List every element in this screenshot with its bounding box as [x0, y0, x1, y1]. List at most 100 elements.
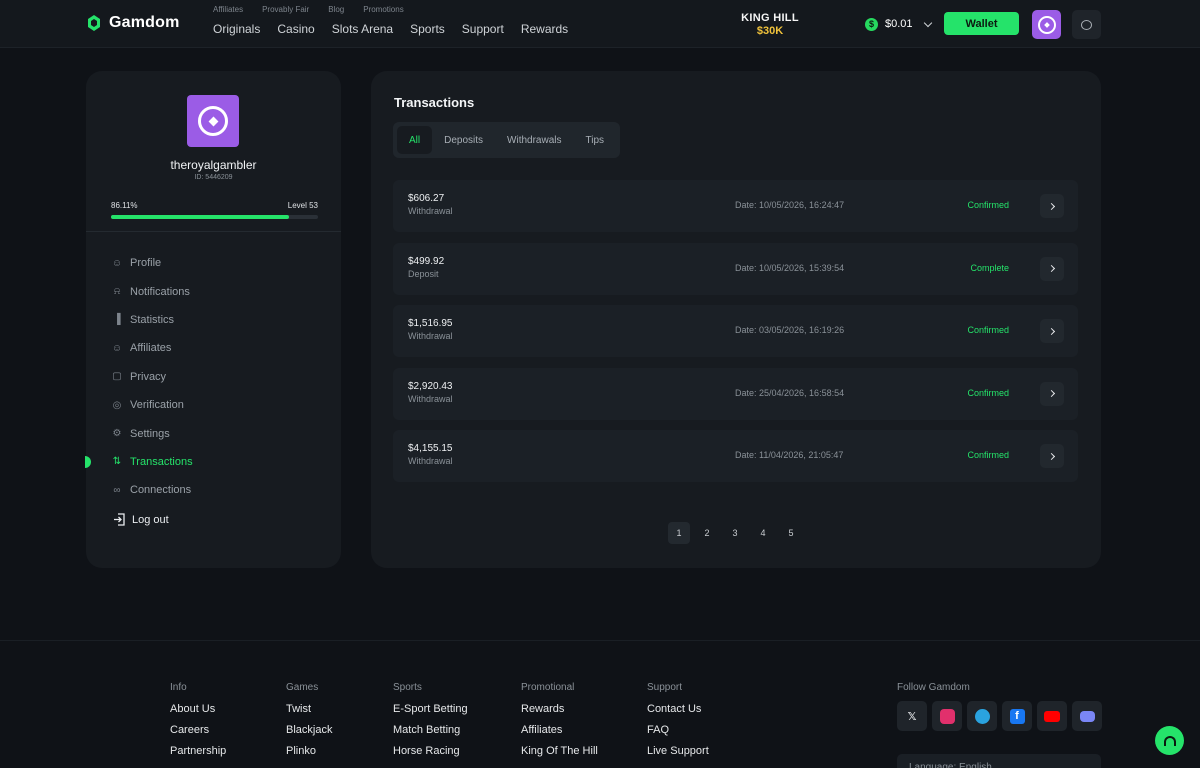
- transaction-type: Withdrawal: [408, 331, 453, 341]
- nav-rewards[interactable]: Rewards: [521, 22, 568, 36]
- sidebar-item-transactions[interactable]: ⇅ Transactions: [85, 448, 193, 476]
- transaction-date: Date: 10/05/2026, 15:39:54: [735, 262, 845, 273]
- transaction-row[interactable]: $606.27 Withdrawal Date: 10/05/2026, 16:24…: [393, 180, 1078, 232]
- transaction-row[interactable]: $499.92 Deposit Date: 10/05/2026, 15:39:54…: [393, 242, 1078, 295]
- language-selector[interactable]: Language: English: [897, 754, 1101, 768]
- nav-slots-arena[interactable]: Slots Arena: [332, 22, 393, 36]
- tab-tips[interactable]: Tips: [574, 126, 617, 154]
- sidebar-item-notifications[interactable]: ⍾ Notifications: [111, 277, 193, 305]
- row-details-button[interactable]: [1040, 381, 1064, 406]
- page-button-3[interactable]: 3: [724, 522, 746, 544]
- lock-icon: ▢: [112, 371, 122, 383]
- footer-link[interactable]: Live Support: [647, 745, 709, 757]
- main-nav: Originals Casino Slots Arena Sports Supp…: [213, 22, 585, 36]
- row-details-button[interactable]: [1040, 319, 1064, 343]
- footer-link[interactable]: Twist: [286, 703, 332, 715]
- youtube-icon[interactable]: [1037, 701, 1067, 731]
- transaction-type: Deposit: [408, 268, 439, 279]
- link-icon: ∞: [113, 484, 121, 496]
- row-details-button[interactable]: [1040, 194, 1064, 218]
- balance-selector[interactable]: $ $0.01: [856, 11, 942, 37]
- sidebar-item-profile[interactable]: ☺ Profile: [111, 249, 193, 277]
- secondary-nav: Affiliates Provably Fair Blog Promotions: [213, 5, 423, 14]
- logout-label: Log out: [132, 513, 169, 526]
- footer-link[interactable]: Horse Racing: [393, 745, 468, 757]
- footer-link[interactable]: Partnership: [170, 745, 226, 757]
- chevron-right-icon: [1047, 327, 1055, 335]
- page-title: Transactions: [394, 95, 475, 110]
- transaction-row[interactable]: $4,155.15 Withdrawal Date: 11/04/2026, 21:…: [393, 430, 1078, 482]
- footer-link[interactable]: Affiliates: [521, 724, 598, 736]
- sidebar-item-settings[interactable]: ⚙ Settings: [111, 419, 193, 447]
- user-avatar-button[interactable]: [1032, 10, 1061, 39]
- footer-link[interactable]: King Of The Hill: [521, 745, 598, 757]
- king-of-the-hill-banner[interactable]: KING HILL $30K: [735, 6, 805, 44]
- tab-all[interactable]: All: [397, 126, 433, 154]
- sidebar-item-affiliates[interactable]: ☺ Affiliates: [111, 334, 193, 362]
- footer-link[interactable]: FAQ: [647, 724, 709, 736]
- instagram-icon[interactable]: [932, 701, 962, 731]
- transaction-type: Withdrawal: [408, 456, 453, 466]
- page-button-5[interactable]: 5: [780, 522, 802, 544]
- footer-link[interactable]: Contact Us: [647, 703, 709, 715]
- nav-provably-fair-link[interactable]: Provably Fair: [262, 5, 309, 14]
- transaction-row[interactable]: $1,516.95 Withdrawal Date: 03/05/2026, 16:…: [393, 305, 1078, 357]
- transaction-row[interactable]: $2,920.43 Withdrawal Date: 25/04/2026, 16:…: [393, 367, 1078, 420]
- transaction-amount: $2,920.43: [408, 380, 453, 392]
- sidebar-item-verification[interactable]: ◎ Verification: [111, 391, 193, 419]
- row-details-button[interactable]: [1040, 444, 1064, 468]
- page-button-4[interactable]: 4: [752, 522, 774, 544]
- facebook-icon[interactable]: f: [1002, 701, 1032, 731]
- follow-heading: Follow Gamdom: [897, 682, 970, 693]
- footer-heading: Support: [647, 682, 683, 693]
- nav-originals[interactable]: Originals: [213, 22, 260, 36]
- user-icon: ☺: [111, 257, 123, 269]
- x-icon[interactable]: 𝕏: [897, 701, 927, 731]
- footer-heading: Games: [286, 682, 319, 693]
- transaction-amount: $4,155.15: [408, 443, 453, 454]
- footer-link[interactable]: About Us: [170, 703, 226, 715]
- chat-button[interactable]: [1072, 10, 1101, 39]
- transaction-amount: $499.92: [408, 255, 445, 267]
- footer-link[interactable]: Plinko: [286, 745, 332, 757]
- transaction-type: Withdrawal: [408, 206, 453, 216]
- transaction-type: Withdrawal: [408, 393, 453, 404]
- footer-column-info: Info About Us Careers Partnership: [170, 682, 226, 766]
- nav-promotions-link[interactable]: Promotions: [363, 5, 403, 14]
- footer-link[interactable]: Blackjack: [286, 724, 332, 736]
- sidebar-item-statistics[interactable]: ▐ Statistics: [111, 306, 193, 334]
- smile-icon: ☺: [111, 342, 123, 354]
- sidebar-item-connections[interactable]: ∞ Connections: [111, 476, 193, 504]
- page-button-2[interactable]: 2: [696, 522, 718, 544]
- wallet-button[interactable]: Wallet: [944, 12, 1019, 35]
- transactions-panel: Transactions All Deposits Withdrawals Ti…: [371, 71, 1101, 568]
- logout-button[interactable]: Log out: [113, 513, 169, 526]
- live-support-button[interactable]: [1155, 726, 1184, 755]
- footer-link[interactable]: Careers: [170, 724, 226, 736]
- footer-link[interactable]: E-Sport Betting: [393, 703, 468, 715]
- transaction-status: Complete: [970, 262, 1009, 273]
- discord-icon[interactable]: [1072, 701, 1102, 731]
- nav-affiliates-link[interactable]: Affiliates: [213, 5, 243, 14]
- footer-link[interactable]: Match Betting: [393, 724, 468, 736]
- row-details-button[interactable]: [1040, 256, 1064, 281]
- site-footer: Info About Us Careers Partnership Games Twist…: [0, 640, 1200, 768]
- nav-sports[interactable]: Sports: [410, 22, 445, 36]
- social-links: 𝕏 f: [897, 701, 1102, 731]
- sidebar-item-label: Transactions: [130, 455, 193, 468]
- sidebar-item-label: Connections: [130, 484, 192, 497]
- footer-link[interactable]: Rewards: [521, 703, 598, 715]
- promo-title: KING HILL: [741, 12, 799, 24]
- sidebar-item-privacy[interactable]: ▢ Privacy: [111, 363, 193, 391]
- transaction-date: Date: 10/05/2026, 16:24:47: [735, 200, 845, 210]
- brand-logo[interactable]: Gamdom: [86, 13, 180, 33]
- tab-withdrawals[interactable]: Withdrawals: [495, 126, 573, 154]
- nav-blog-link[interactable]: Blog: [328, 5, 344, 14]
- nav-casino[interactable]: Casino: [277, 22, 314, 36]
- nav-support[interactable]: Support: [462, 22, 504, 36]
- sidebar-item-label: Privacy: [130, 370, 167, 383]
- sidebar-item-label: Profile: [130, 257, 162, 270]
- telegram-icon[interactable]: [967, 701, 997, 731]
- page-button-1[interactable]: 1: [668, 522, 690, 544]
- tab-deposits[interactable]: Deposits: [432, 126, 495, 154]
